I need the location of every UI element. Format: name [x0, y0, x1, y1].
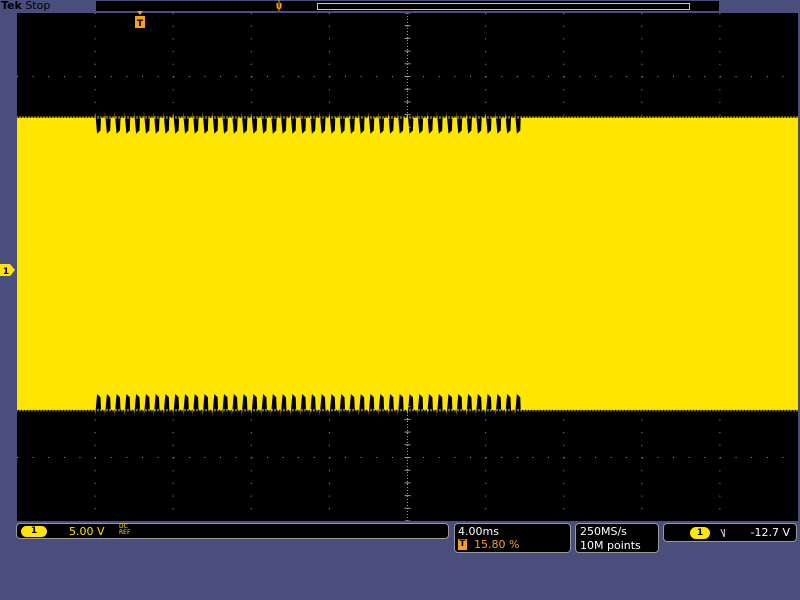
trigger-readout[interactable]: 1 ˥˩ -12.7 V — [663, 523, 797, 542]
channel-1-readout[interactable]: 1 5.00 V DC REF — [16, 523, 449, 539]
sample-rate: 250MS/s — [580, 525, 627, 538]
falling-edge-icon: ˥˩ — [720, 526, 726, 540]
record-length: 10M points — [580, 539, 641, 552]
coupling-ref: REF — [119, 529, 131, 536]
trigger-level: -12.7 V — [750, 526, 790, 539]
graticule — [17, 13, 798, 521]
record-view-bar[interactable] — [96, 1, 719, 11]
brand-label: Tek — [1, 0, 22, 12]
record-window[interactable] — [317, 3, 690, 10]
channel-marker-label: 1 — [3, 267, 9, 277]
brand-status: Tek Stop — [1, 0, 50, 12]
trigger-position-t-icon: T — [458, 539, 467, 550]
status-bar: Tek Stop U — [0, 0, 800, 13]
channel-1-badge: 1 — [21, 526, 47, 537]
trigger-source-badge: 1 — [690, 527, 710, 539]
coupling-label: DC REF — [119, 524, 130, 536]
record-position-icon: U — [276, 0, 283, 11]
acquisition-readout[interactable]: 250MS/s 10M points — [575, 523, 659, 553]
run-state[interactable]: Stop — [25, 0, 50, 12]
time-per-div: 4.00ms — [458, 525, 499, 538]
trigger-position-icon[interactable]: T — [133, 11, 147, 30]
trigger-level-marker[interactable] — [787, 395, 799, 405]
trigger-position-percent: 15.80 % — [474, 538, 520, 551]
channel-1-waveform — [17, 111, 798, 417]
position-u-label: U — [276, 2, 283, 11]
trigger-t-label: T — [137, 19, 144, 29]
channel-1-ground-marker[interactable]: 1 — [0, 263, 16, 277]
waveform-display[interactable] — [17, 13, 798, 521]
volts-per-div: 5.00 V — [69, 525, 105, 538]
timebase-readout[interactable]: 4.00ms T 15.80 % — [454, 523, 571, 553]
